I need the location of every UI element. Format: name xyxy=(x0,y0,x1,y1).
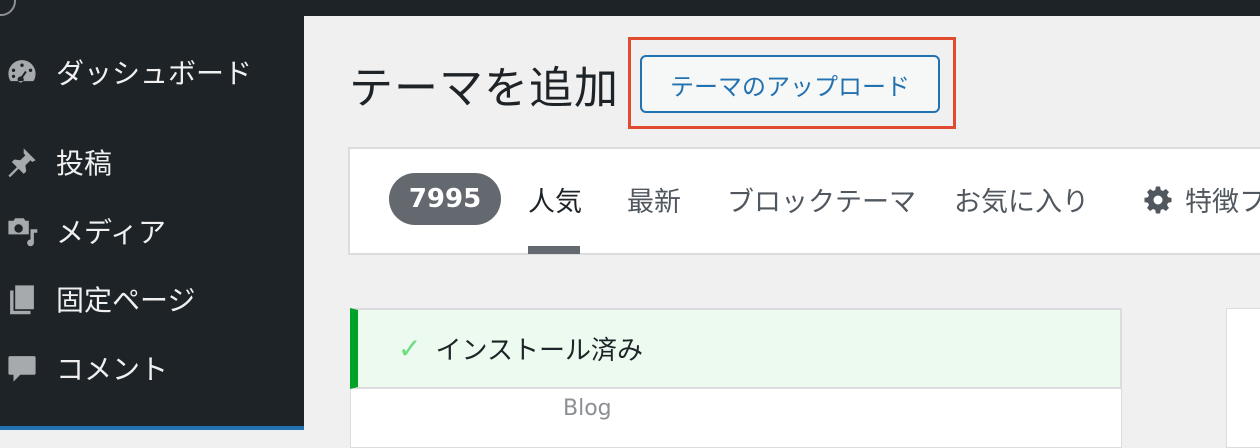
sidebar-item-comments[interactable]: コメント xyxy=(0,348,168,388)
theme-count-badge: 7995 xyxy=(389,173,501,225)
sidebar-item-media[interactable]: メディア xyxy=(0,211,166,251)
feature-filter-label: 特徴フ xyxy=(1185,187,1260,218)
pages-icon xyxy=(2,279,42,319)
checkmark-icon: ✓ xyxy=(398,332,422,365)
wordpress-logo-icon[interactable] xyxy=(0,0,16,16)
installed-notice: ✓ インストール済み xyxy=(350,308,1122,389)
pushpin-icon xyxy=(2,142,42,182)
sidebar-item-label: ダッシュボード xyxy=(56,57,253,90)
sidebar-item-pages[interactable]: 固定ページ xyxy=(0,279,195,319)
sidebar-item-label: 投稿 xyxy=(56,147,113,180)
theme-card-partial[interactable] xyxy=(1226,308,1260,448)
tab-block-themes[interactable]: ブロックテーマ xyxy=(727,180,916,219)
media-icon xyxy=(2,211,42,251)
tab-popular[interactable]: 人気 xyxy=(528,180,582,219)
sidebar-item-label: メディア xyxy=(56,216,167,249)
comment-icon xyxy=(2,348,42,388)
active-tab-indicator xyxy=(528,246,580,254)
tab-latest[interactable]: 最新 xyxy=(627,180,681,219)
page-title: テーマを追加 xyxy=(349,63,619,114)
gear-icon xyxy=(1144,186,1172,213)
admin-top-bar xyxy=(0,0,1260,16)
installed-label: インストール済み xyxy=(435,336,643,366)
tab-favorites[interactable]: お気に入り xyxy=(954,180,1089,219)
sidebar-active-indicator xyxy=(0,426,304,430)
sidebar-item-posts[interactable]: 投稿 xyxy=(0,142,112,182)
sidebar-item-dashboard[interactable]: ダッシュボード xyxy=(0,52,252,92)
upload-theme-button[interactable]: テーマのアップロード xyxy=(640,55,940,113)
sidebar-item-label: 固定ページ xyxy=(56,284,196,317)
admin-sidebar: ダッシュボード 投稿 メディア 固定ページ コメント xyxy=(0,16,304,430)
sidebar-item-label: コメント xyxy=(56,353,169,386)
feature-filter-button[interactable]: 特徴フ xyxy=(1143,180,1260,219)
dashboard-icon xyxy=(2,52,42,92)
theme-category-label: Blog xyxy=(563,396,612,421)
